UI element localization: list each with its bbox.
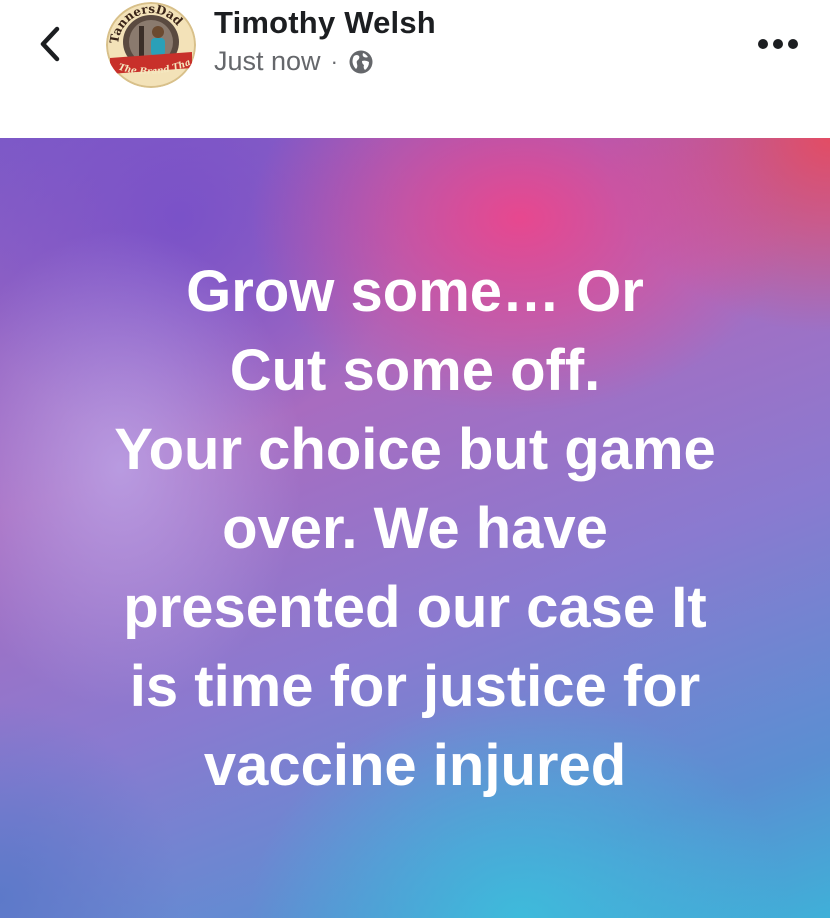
meta-separator: ·	[330, 48, 338, 74]
back-button[interactable]	[30, 22, 70, 66]
author-name[interactable]: Timothy Welsh	[214, 5, 436, 41]
post-background: Grow some… Or Cut some off. Your choice …	[0, 138, 830, 918]
more-dot	[773, 39, 783, 49]
timestamp[interactable]: Just now	[214, 46, 321, 77]
post-text: Grow some… Or Cut some off. Your choice …	[114, 258, 716, 798]
more-dot	[758, 39, 768, 49]
more-options-button[interactable]	[748, 26, 808, 62]
post-meta: Just now ·	[214, 46, 374, 77]
tannersdad-logo: The Brand That Cares TannersDad	[106, 2, 196, 88]
chevron-left-icon	[40, 26, 60, 62]
globe-icon	[348, 49, 374, 75]
post-header: The Brand That Cares TannersDad Timothy …	[0, 0, 830, 138]
more-dot	[788, 39, 798, 49]
avatar[interactable]: The Brand That Cares TannersDad	[106, 2, 196, 88]
